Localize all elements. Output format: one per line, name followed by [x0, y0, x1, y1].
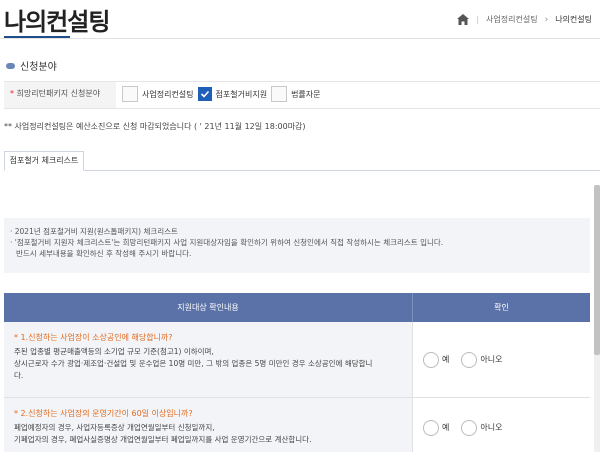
breadcrumb-separator: |	[476, 15, 480, 24]
checkbox[interactable]	[271, 86, 288, 102]
required-mark: *	[10, 89, 14, 98]
header-divider	[0, 38, 600, 39]
scrollbar-thumb[interactable]	[594, 185, 600, 355]
option-demolition[interactable]: 점포철거비지원	[197, 87, 268, 101]
no-radio[interactable]: 아니오	[461, 351, 503, 368]
radio-label: 예	[442, 355, 450, 364]
section-header: 신청분야	[6, 58, 57, 73]
breadcrumb-item[interactable]: 사업정리컨설팅	[486, 14, 538, 25]
yes-radio[interactable]: 예	[423, 419, 450, 436]
question-text: * 2.신청하는 사업장의 운영기간이 60일 이상입니까?	[14, 409, 193, 418]
option-label: 법률자문	[291, 89, 321, 99]
row-content: * 1.신청하는 사업장이 소상공인에 해당합니까? 주된 업종별 평균매출액등…	[4, 322, 413, 397]
field-label-text: 희망리턴패키지 신청분야	[16, 89, 101, 98]
radio-label: 예	[442, 423, 450, 432]
section-title: 신청분야	[20, 62, 57, 73]
info-line: · 2021년 점포철거비 지원(원스톱패키지) 체크리스트	[10, 227, 178, 236]
home-icon[interactable]	[457, 14, 470, 25]
info-line: · '점포철거비 지원자 체크리스트'는 희망리턴패키지 사업 지원대상자임을 …	[10, 238, 444, 247]
radio-circle[interactable]	[423, 419, 439, 436]
table-header: 지원대상 확인내용 확인	[4, 293, 590, 322]
info-box: · 2021년 점포철거비 지원(원스톱패키지) 체크리스트 · '점포철거비 …	[4, 218, 590, 273]
desc-line: 상시근로자 수가 광업·제조업·건설업 및 운수업은 10명 미만, 그 밖의 …	[14, 359, 373, 368]
field-label: * 희망리턴패키지 신청분야	[4, 82, 116, 108]
radio-circle[interactable]	[423, 351, 439, 368]
tab-divider	[4, 170, 600, 171]
yes-radio[interactable]: 예	[423, 351, 450, 368]
no-radio[interactable]: 아니오	[461, 419, 503, 436]
radio-circle[interactable]	[461, 419, 478, 436]
chevron-right-icon: ›	[544, 14, 549, 25]
breadcrumb: | 사업정리컨설팅 › 나의컨설팅	[457, 14, 592, 25]
option-label: 사업정리컨설팅	[142, 89, 194, 99]
desc-line: 기폐업자의 경우, 폐업사실증명상 개업연월일부터 폐업일까지를 사업 운영기간…	[14, 435, 312, 444]
deadline-notice: ** 사업정리컨설팅은 예산소진으로 신청 마감되었습니다 ( ' 21년 11…	[4, 122, 306, 131]
desc-line: 다.	[14, 371, 24, 380]
option-consulting[interactable]: 사업정리컨설팅	[142, 89, 194, 100]
apply-field-row: * 희망리턴패키지 신청분야 사업정리컨설팅 점포철거비지원 법률자문	[4, 81, 600, 109]
desc-line: 폐업예정자의 경우, 사업자등록증상 개업연월일부터 신청일까지,	[14, 423, 215, 432]
info-line: 반드시 세부내용을 확인하신 후 작성해 주시기 바랍니다.	[16, 249, 192, 258]
radio-label: 아니오	[480, 355, 503, 364]
checklist-table: 지원대상 확인내용 확인 * 1.신청하는 사업장이 소상공인에 해당합니까? …	[4, 293, 590, 452]
option-label: 점포철거비지원	[215, 89, 268, 99]
option-legal[interactable]: 법률자문	[271, 86, 321, 102]
question-text: * 1.신청하는 사업장이 소상공인에 해당합니까?	[14, 333, 173, 342]
blank-checkbox[interactable]	[122, 86, 138, 102]
row-confirm: 예 아니오	[413, 322, 590, 397]
breadcrumb-current: 나의컨설팅	[555, 15, 592, 24]
field-options: 사업정리컨설팅 점포철거비지원 법률자문	[122, 86, 325, 102]
table-row: * 2.신청하는 사업장의 운영기간이 60일 이상입니까? 폐업예정자의 경우…	[4, 398, 590, 452]
tab-demolition-checklist[interactable]: 점포철거 체크리스트	[4, 151, 84, 171]
radio-circle[interactable]	[461, 351, 478, 368]
row-confirm: 예 아니오	[413, 398, 590, 452]
table-row: * 1.신청하는 사업장이 소상공인에 해당합니까? 주된 업종별 평균매출액등…	[4, 322, 590, 398]
bullet-icon	[6, 62, 15, 69]
row-content: * 2.신청하는 사업장의 운영기간이 60일 이상입니까? 폐업예정자의 경우…	[4, 398, 413, 452]
page-title: 나의컨설팅	[4, 8, 110, 36]
radio-label: 아니오	[480, 423, 503, 432]
checkbox-checked[interactable]	[197, 87, 212, 101]
desc-line: 주된 업종별 평균매출액등의 소기업 규모 기준(첨고1) 이하이며,	[14, 347, 214, 356]
header-content: 지원대상 확인내용	[4, 293, 413, 322]
header-confirm: 확인	[494, 303, 509, 312]
